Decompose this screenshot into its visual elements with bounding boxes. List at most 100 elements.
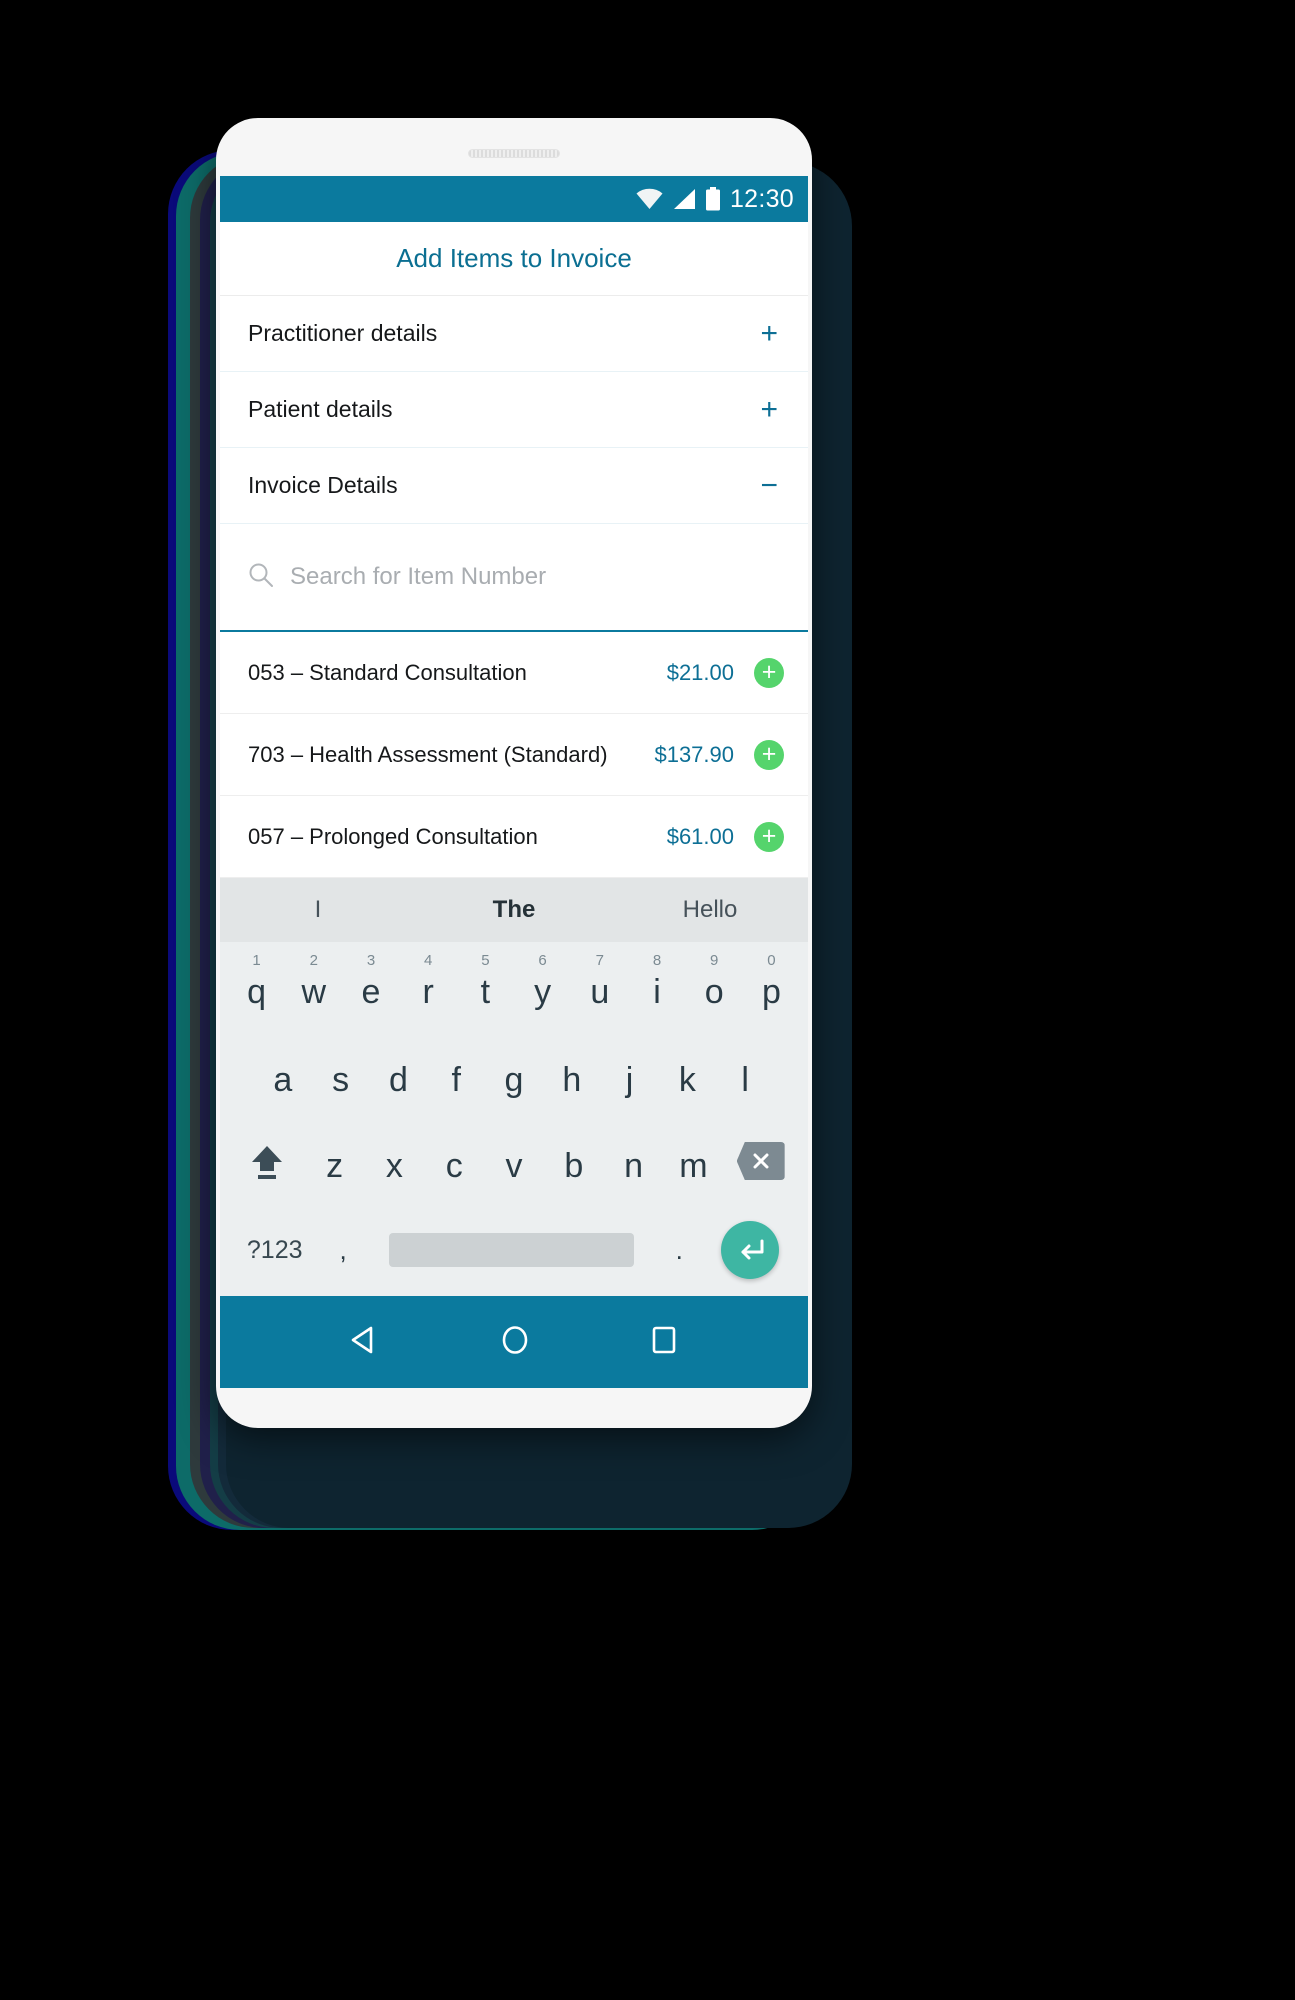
key-letter: g — [504, 1060, 524, 1099]
key-g[interactable]: g — [485, 1032, 543, 1118]
item-name: 057 – Prolonged Consultation — [248, 823, 538, 849]
minus-icon[interactable]: − — [760, 470, 780, 501]
key-letter: q — [247, 972, 267, 1011]
add-item-button[interactable]: + — [754, 821, 784, 852]
key-letter: m — [679, 1146, 708, 1185]
key-y[interactable]: 6y — [514, 942, 571, 1032]
accordion-label: Invoice Details — [248, 472, 398, 498]
key-letter: n — [624, 1146, 644, 1185]
key-letter: s — [332, 1060, 350, 1099]
key-h[interactable]: h — [543, 1032, 601, 1118]
add-item-button[interactable]: + — [754, 739, 784, 770]
key-period[interactable]: . — [654, 1204, 705, 1296]
enter-icon[interactable] — [705, 1204, 796, 1296]
symbols-key[interactable]: ?123 — [232, 1204, 317, 1296]
key-letter: a — [273, 1060, 293, 1099]
key-n[interactable]: n — [604, 1118, 664, 1204]
key-letter: y — [534, 972, 552, 1011]
key-letter: v — [505, 1146, 523, 1185]
key-f[interactable]: f — [427, 1032, 485, 1118]
search-input-placeholder[interactable]: Search for Item Number — [290, 563, 546, 591]
key-j[interactable]: j — [601, 1032, 659, 1118]
invoice-item-row[interactable]: 703 – Health Assessment (Standard) $137.… — [220, 714, 808, 796]
item-name: 703 – Health Assessment (Standard) — [248, 741, 608, 767]
key-b[interactable]: b — [544, 1118, 604, 1204]
key-number: 9 — [710, 952, 719, 969]
spacebar-surface — [388, 1233, 634, 1267]
recents-square-icon[interactable] — [648, 1324, 680, 1361]
key-e[interactable]: 3e — [342, 942, 399, 1032]
key-number: 1 — [252, 952, 261, 969]
key-i[interactable]: 8i — [628, 942, 685, 1032]
plus-icon[interactable]: + — [760, 318, 780, 349]
key-x[interactable]: x — [365, 1118, 425, 1204]
earpiece-speaker — [468, 149, 560, 158]
signal-icon — [672, 188, 696, 210]
key-o[interactable]: 9o — [686, 942, 743, 1032]
key-letter: p — [761, 972, 781, 1011]
key-letter: z — [326, 1146, 344, 1185]
suggestion-chip[interactable]: I — [220, 896, 416, 924]
suggestion-chip[interactable]: The — [416, 896, 612, 924]
plus-icon[interactable]: + — [760, 394, 780, 425]
key-letter: x — [385, 1146, 403, 1185]
key-letter: f — [451, 1060, 461, 1099]
key-k[interactable]: k — [658, 1032, 716, 1118]
key-u[interactable]: 7u — [571, 942, 628, 1032]
search-field-row[interactable]: Search for Item Number — [220, 524, 808, 632]
item-price: $137.90 — [654, 741, 734, 767]
wifi-icon — [636, 188, 663, 210]
key-p[interactable]: 0p — [743, 942, 800, 1032]
key-letter: r — [422, 972, 434, 1011]
shift-icon[interactable] — [230, 1118, 305, 1204]
key-z[interactable]: z — [305, 1118, 365, 1204]
key-letter: w — [301, 972, 327, 1011]
add-item-button[interactable]: + — [754, 657, 784, 688]
key-letter: c — [445, 1146, 463, 1185]
phone-device-frame: 12:30 Add Items to Invoice Practitioner … — [216, 118, 812, 1428]
item-name: 053 – Standard Consultation — [248, 659, 527, 685]
backspace-icon[interactable] — [723, 1118, 798, 1204]
suggestion-chip[interactable]: Hello — [612, 896, 808, 924]
accordion-label: Patient details — [248, 396, 393, 422]
key-letter: i — [653, 972, 661, 1011]
back-triangle-icon[interactable] — [348, 1323, 382, 1362]
accordion-item-practitioner-details[interactable]: Practitioner details + — [220, 296, 808, 372]
key-l[interactable]: l — [716, 1032, 774, 1118]
key-c[interactable]: c — [424, 1118, 484, 1204]
status-bar: 12:30 — [220, 176, 808, 222]
key-m[interactable]: m — [664, 1118, 724, 1204]
key-letter: j — [625, 1060, 634, 1099]
key-w[interactable]: 2w — [285, 942, 342, 1032]
keyboard-row-4: ?123 , . — [220, 1204, 808, 1296]
invoice-item-row[interactable]: 053 – Standard Consultation $21.00 + — [220, 632, 808, 714]
key-a[interactable]: a — [254, 1032, 312, 1118]
key-r[interactable]: 4r — [400, 942, 457, 1032]
key-comma[interactable]: , — [317, 1204, 368, 1296]
accordion-item-invoice-details[interactable]: Invoice Details − — [220, 448, 808, 524]
key-letter: h — [562, 1060, 582, 1099]
key-letter: e — [361, 972, 381, 1011]
key-letter: l — [741, 1060, 749, 1099]
phone-screen: 12:30 Add Items to Invoice Practitioner … — [220, 176, 808, 1388]
key-d[interactable]: d — [370, 1032, 428, 1118]
key-s[interactable]: s — [312, 1032, 370, 1118]
key-number: 4 — [424, 952, 433, 969]
key-q[interactable]: 1q — [228, 942, 285, 1032]
status-bar-clock: 12:30 — [729, 184, 794, 213]
item-price: $21.00 — [666, 659, 734, 685]
key-number: 3 — [366, 952, 376, 969]
key-t[interactable]: 5t — [457, 942, 514, 1032]
key-v[interactable]: v — [484, 1118, 544, 1204]
invoice-item-row[interactable]: 057 – Prolonged Consultation $61.00 + — [220, 796, 808, 878]
keyboard-row-1: 1q 2w 3e 4r 5t 6y 7u 8i 9o 0p — [220, 942, 808, 1032]
keyboard-row-2: a s d f g h j k l — [220, 1032, 808, 1118]
key-letter: t — [480, 972, 491, 1011]
home-circle-icon[interactable] — [498, 1323, 532, 1362]
item-price: $61.00 — [666, 823, 734, 849]
on-screen-keyboard: I The Hello 1q 2w 3e 4r 5t 6y 7u 8i 9o 0… — [220, 878, 808, 1296]
space-key[interactable] — [369, 1204, 654, 1296]
accordion-item-patient-details[interactable]: Patient details + — [220, 372, 808, 448]
key-number: 2 — [309, 952, 318, 969]
key-number: 5 — [481, 952, 490, 969]
